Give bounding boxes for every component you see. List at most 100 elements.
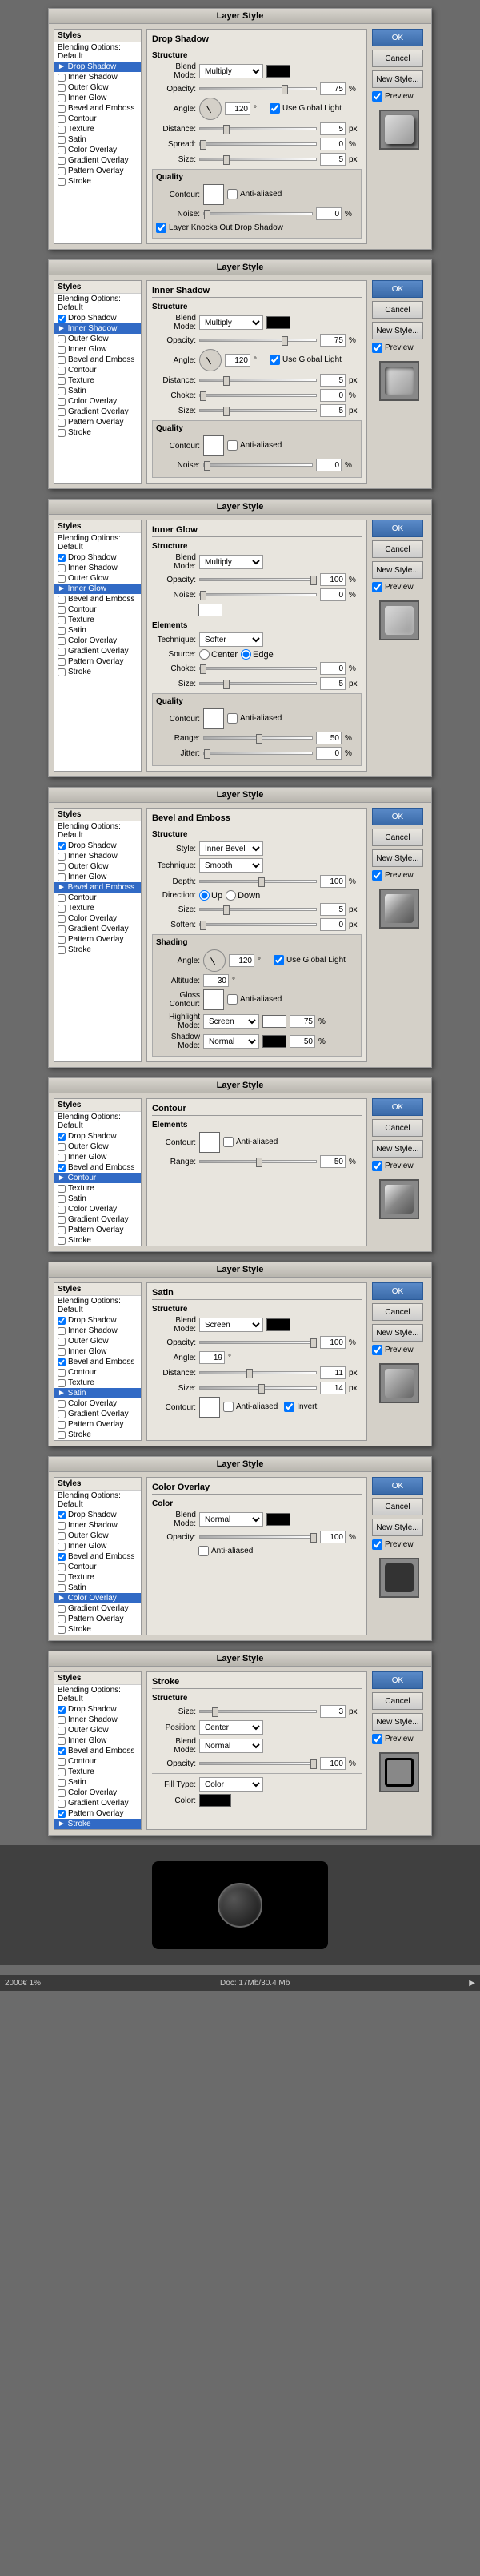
style-satin-2[interactable]: Satin <box>54 386 141 396</box>
style-blending-8[interactable]: Blending Options: Default <box>54 1685 141 1704</box>
opacity-slider-8[interactable] <box>199 1762 317 1765</box>
style-stroke-5[interactable]: Stroke <box>54 1235 141 1246</box>
size-slider-8[interactable] <box>199 1710 317 1713</box>
cancel-button-2[interactable]: Cancel <box>372 301 423 319</box>
gloss-contour-4[interactable] <box>203 989 224 1010</box>
global-light-row-1[interactable]: Use Global Light <box>270 103 342 114</box>
noise-track-1[interactable] <box>203 212 313 215</box>
range-slider-5[interactable] <box>199 1160 317 1163</box>
spread-track-1[interactable] <box>199 142 317 146</box>
style-texture-7[interactable]: Texture <box>54 1572 141 1583</box>
technique-select-3[interactable]: Softer <box>199 632 263 647</box>
technique-select-4[interactable]: Smooth <box>199 858 263 873</box>
style-pattern-overlay-1[interactable]: Pattern Overlay <box>54 166 141 176</box>
global-light-row-2[interactable]: Use Global Light <box>270 355 342 365</box>
size-input-8[interactable] <box>320 1705 346 1718</box>
noise-slider-2[interactable] <box>203 463 313 467</box>
opacity-input-1[interactable] <box>320 82 346 95</box>
distance-input-2[interactable] <box>320 374 346 387</box>
style-color-overlay-1[interactable]: Color Overlay <box>54 145 141 155</box>
angle-input-6[interactable] <box>199 1351 225 1364</box>
opacity-thumb-2[interactable] <box>282 336 288 346</box>
style-select-4[interactable]: Inner Bevel <box>199 841 263 856</box>
style-outer-glow-8[interactable]: Outer Glow <box>54 1725 141 1735</box>
size-input-4[interactable] <box>320 903 346 916</box>
size-thumb-1[interactable] <box>223 155 230 165</box>
soften-thumb-4[interactable] <box>200 921 206 930</box>
style-gradient-5[interactable]: Gradient Overlay <box>54 1214 141 1225</box>
style-satin-5[interactable]: Satin <box>54 1194 141 1204</box>
distance-input-1[interactable] <box>320 122 346 135</box>
new-style-button-6[interactable]: New Style... <box>372 1324 423 1342</box>
style-inner-shadow-8[interactable]: Inner Shadow <box>54 1715 141 1725</box>
distance-thumb-6[interactable] <box>246 1369 253 1378</box>
style-pattern-5[interactable]: Pattern Overlay <box>54 1225 141 1235</box>
style-gradient-8[interactable]: Gradient Overlay <box>54 1798 141 1808</box>
size-track-6[interactable] <box>199 1386 317 1390</box>
ok-button-4[interactable]: OK <box>372 808 423 825</box>
ok-button-6[interactable]: OK <box>372 1282 423 1300</box>
style-inner-shadow-1[interactable]: Inner Shadow <box>54 72 141 82</box>
cancel-button-1[interactable]: Cancel <box>372 50 423 67</box>
choke-slider-2[interactable] <box>199 394 317 397</box>
ok-button-3[interactable]: OK <box>372 520 423 537</box>
contour-thumb-5[interactable] <box>199 1132 220 1153</box>
style-contour-5[interactable]: ► Contour <box>54 1173 141 1183</box>
style-satin-1[interactable]: Satin <box>54 134 141 145</box>
blend-mode-select-7[interactable]: Normal <box>199 1512 263 1527</box>
preview-checkbox-7[interactable]: Preview <box>372 1539 426 1550</box>
opacity-input-6[interactable] <box>320 1336 346 1349</box>
opacity-track-7[interactable] <box>199 1535 317 1539</box>
size-input-1[interactable] <box>320 153 346 166</box>
anti-aliased-row-4[interactable]: Anti-aliased <box>227 994 282 1005</box>
highlight-swatch-4[interactable] <box>262 1015 286 1028</box>
cancel-button-7[interactable]: Cancel <box>372 1498 423 1515</box>
range-input-5[interactable] <box>320 1155 346 1168</box>
depth-thumb-4[interactable] <box>258 877 265 887</box>
preview-checkbox-1[interactable]: Preview <box>372 91 426 102</box>
style-pattern-2[interactable]: Pattern Overlay <box>54 417 141 427</box>
style-inner-shadow-2[interactable]: ► Inner Shadow <box>54 323 141 334</box>
size-slider-4[interactable] <box>199 908 317 911</box>
soften-slider-4[interactable] <box>199 923 317 926</box>
style-blending-2[interactable]: Blending Options: Default <box>54 294 141 313</box>
style-bevel-7[interactable]: Bevel and Emboss <box>54 1551 141 1562</box>
contour-thumb-1[interactable] <box>203 184 224 205</box>
style-gradient-2[interactable]: Gradient Overlay <box>54 407 141 417</box>
style-pattern-7[interactable]: Pattern Overlay <box>54 1614 141 1624</box>
shadow-mode-select-4[interactable]: Normal <box>203 1034 259 1049</box>
choke-slider-3[interactable] <box>199 667 317 670</box>
style-bevel-emboss-1[interactable]: Bevel and Emboss <box>54 103 141 114</box>
style-inner-glow-6[interactable]: Inner Glow <box>54 1346 141 1357</box>
choke-thumb-2[interactable] <box>200 391 206 401</box>
spread-slider-1[interactable] <box>199 142 317 146</box>
direction-down-4[interactable]: Down <box>226 890 260 901</box>
opacity-thumb-6[interactable] <box>310 1338 317 1348</box>
size-thumb-3[interactable] <box>223 680 230 689</box>
spread-input-1[interactable] <box>320 138 346 150</box>
distance-slider-1[interactable] <box>199 127 317 130</box>
size-input-2[interactable] <box>320 404 346 417</box>
opacity-track-1[interactable] <box>199 87 317 90</box>
noise-thumb-3[interactable] <box>200 591 206 600</box>
noise-thumb-1[interactable] <box>204 210 210 219</box>
size-slider-6[interactable] <box>199 1386 317 1390</box>
jitter-track-3[interactable] <box>203 752 313 755</box>
cancel-button-4[interactable]: Cancel <box>372 829 423 846</box>
choke-track-2[interactable] <box>199 394 317 397</box>
size-input-3[interactable] <box>320 677 346 690</box>
style-stroke-3[interactable]: Stroke <box>54 667 141 677</box>
style-inner-glow-1[interactable]: Inner Glow <box>54 93 141 103</box>
style-texture-6[interactable]: Texture <box>54 1378 141 1388</box>
new-style-button-1[interactable]: New Style... <box>372 70 423 88</box>
fill-type-select-8[interactable]: Color <box>199 1777 263 1792</box>
distance-input-6[interactable] <box>320 1366 346 1379</box>
opacity-slider-6[interactable] <box>199 1341 317 1344</box>
preview-checkbox-2[interactable]: Preview <box>372 343 426 353</box>
noise-slider-1[interactable] <box>203 212 313 215</box>
distance-track-6[interactable] <box>199 1371 317 1374</box>
style-outer-glow-5[interactable]: Outer Glow <box>54 1142 141 1152</box>
style-outer-glow-7[interactable]: Outer Glow <box>54 1531 141 1541</box>
opacity-slider-3[interactable] <box>199 578 317 581</box>
blend-mode-select-8[interactable]: Normal <box>199 1739 263 1753</box>
